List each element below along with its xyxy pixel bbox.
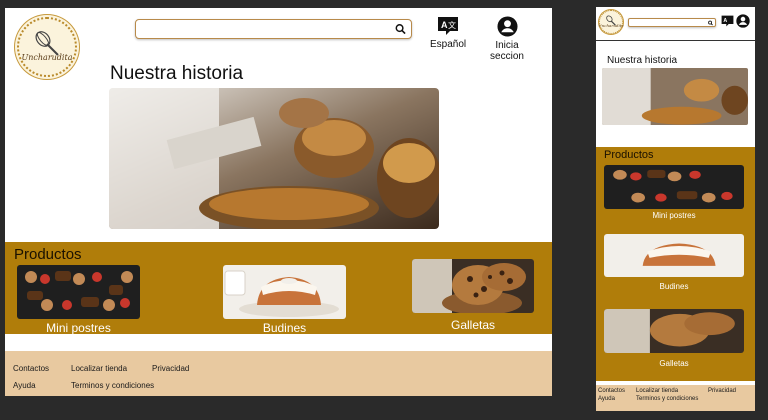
footer-link-contactos[interactable]: Contactos xyxy=(13,364,49,373)
svg-text:A: A xyxy=(723,18,727,24)
product-label[interactable]: Mini postres xyxy=(604,211,744,220)
language-label: Español xyxy=(430,39,467,50)
footer-link-localizar-tienda[interactable]: Localizar tienda xyxy=(71,364,127,373)
footer-link-ayuda[interactable]: Ayuda xyxy=(598,396,615,402)
products-title: Productos xyxy=(14,246,82,263)
login-button[interactable] xyxy=(735,14,751,31)
svg-text:A: A xyxy=(441,20,448,30)
product-card-budines[interactable]: Budines xyxy=(223,265,346,335)
product-label[interactable]: Galletas xyxy=(412,318,534,332)
login-label: Inicia seccion xyxy=(490,40,524,62)
product-card-galletas[interactable]: Galletas xyxy=(412,259,534,335)
story-title: Nuestra historia xyxy=(110,63,244,84)
product-card-budines[interactable]: Budines xyxy=(604,234,744,296)
search-input[interactable] xyxy=(632,19,701,26)
svg-text:文: 文 xyxy=(448,20,456,30)
translate-icon: A 文 xyxy=(438,17,458,35)
footer-link-terminos[interactable]: Terminos y condiciones xyxy=(636,396,698,402)
footer-link-contactos[interactable]: Contactos xyxy=(598,388,625,394)
language-button[interactable]: A 文 Español xyxy=(430,16,466,50)
mobile-frame: Uncharudita A Nuestra historia Productos… xyxy=(596,7,755,411)
translate-icon: A xyxy=(721,15,733,27)
story-image xyxy=(602,68,748,125)
products-title: Productos xyxy=(604,149,654,161)
product-image[interactable] xyxy=(223,265,346,319)
product-label[interactable]: Budines xyxy=(223,321,346,335)
search-bar[interactable] xyxy=(628,18,716,27)
header-divider xyxy=(596,40,755,41)
product-image[interactable] xyxy=(604,234,744,277)
product-label[interactable]: Galletas xyxy=(604,359,744,368)
footer-link-localizar-tienda[interactable]: Localizar tienda xyxy=(636,388,678,394)
footer-link-privacidad[interactable]: Privacidad xyxy=(152,364,189,373)
brand-name: Uncharudita xyxy=(598,22,624,28)
account-icon xyxy=(496,16,518,37)
product-card-mini-postres[interactable]: Mini postres xyxy=(17,265,140,335)
search-icon[interactable] xyxy=(395,24,406,35)
product-label[interactable]: Mini postres xyxy=(17,321,140,335)
brand-logo[interactable]: Uncharudita xyxy=(598,9,624,35)
product-card-galletas[interactable]: Galletas xyxy=(604,309,744,373)
brand-logo[interactable]: Uncharudita xyxy=(14,14,80,80)
footer-link-terminos[interactable]: Terminos y condiciones xyxy=(71,381,154,390)
story-title: Nuestra historia xyxy=(607,55,678,66)
brand-name: Uncharudita xyxy=(21,52,73,62)
search-bar[interactable] xyxy=(135,19,412,39)
product-image[interactable] xyxy=(17,265,140,319)
search-icon[interactable] xyxy=(708,20,713,25)
footer-link-ayuda[interactable]: Ayuda xyxy=(13,381,36,390)
product-card-mini-postres[interactable]: Mini postres xyxy=(604,165,744,227)
product-image[interactable] xyxy=(412,259,534,313)
product-label[interactable]: Budines xyxy=(604,282,744,291)
story-image xyxy=(109,88,439,229)
search-input[interactable] xyxy=(142,20,362,38)
language-button[interactable]: A xyxy=(720,15,734,30)
account-icon xyxy=(736,14,750,28)
footer: Contactos Localizar tienda Privacidad Ay… xyxy=(5,351,552,396)
product-image[interactable] xyxy=(604,309,744,353)
footer: Contactos Localizar tienda Privacidad Ay… xyxy=(596,385,755,411)
login-button[interactable]: Inicia seccion xyxy=(477,16,537,62)
desktop-frame: Uncharudita A 文 Español Inicia seccion N… xyxy=(5,8,552,396)
product-image[interactable] xyxy=(604,165,744,209)
footer-link-privacidad[interactable]: Privacidad xyxy=(708,388,736,394)
